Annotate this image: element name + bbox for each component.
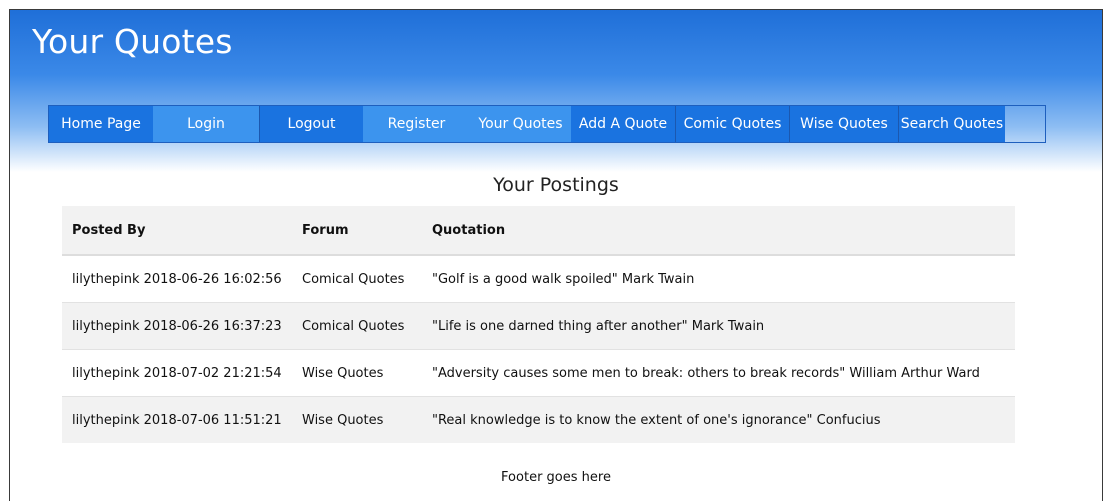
nav-register[interactable]: Register [363,106,470,142]
site-title: Your Quotes [32,22,233,61]
forum-cell: Comical Quotes [292,254,422,303]
page-title: Your Postings [493,174,619,196]
browser-page: Your Quotes Home Page Login Logout Regis… [9,9,1103,501]
nav-your-quotes[interactable]: Your Quotes [470,106,571,142]
main-navbar: Home Page Login Logout Register Your Quo… [48,105,1046,143]
posted-by-cell: lilythepink 2018-07-06 11:51:21 [62,396,292,443]
postings-table: Posted By Forum Quotation lilythepink 20… [62,206,1015,443]
forum-cell: Wise Quotes [292,396,422,443]
table-row: lilythepink 2018-07-06 11:51:21 Wise Quo… [62,396,1015,443]
forum-cell: Wise Quotes [292,349,422,397]
quotation-cell: "Adversity causes some men to break: oth… [422,349,1015,397]
posted-by-cell: lilythepink 2018-07-02 21:21:54 [62,349,292,397]
column-header-posted-by: Posted By [62,206,292,256]
table-row: lilythepink 2018-06-26 16:37:23 Comical … [62,302,1015,350]
nav-comic-quotes[interactable]: Comic Quotes [675,106,789,142]
nav-login[interactable]: Login [153,106,259,142]
nav-add-a-quote[interactable]: Add A Quote [571,106,675,142]
table-row: lilythepink 2018-06-26 16:02:56 Comical … [62,254,1015,303]
nav-search-quotes[interactable]: Search Quotes [898,106,1005,142]
forum-cell: Comical Quotes [292,302,422,350]
posted-by-cell: lilythepink 2018-06-26 16:02:56 [62,254,292,303]
page-footer: Footer goes here [501,470,611,485]
table-row: lilythepink 2018-07-02 21:21:54 Wise Quo… [62,349,1015,397]
nav-logout[interactable]: Logout [259,106,363,142]
posted-by-cell: lilythepink 2018-06-26 16:37:23 [62,302,292,350]
quotation-cell: "Life is one darned thing after another"… [422,302,1015,350]
nav-home-page[interactable]: Home Page [49,106,153,142]
table-header-row: Posted By Forum Quotation [62,206,1015,256]
column-header-forum: Forum [292,206,422,256]
site-header: Your Quotes Home Page Login Logout Regis… [10,10,1102,172]
nav-wise-quotes[interactable]: Wise Quotes [789,106,898,142]
quotation-cell: "Real knowledge is to know the extent of… [422,396,1015,443]
quotation-cell: "Golf is a good walk spoiled" Mark Twain [422,254,1015,303]
column-header-quotation: Quotation [422,206,1015,256]
